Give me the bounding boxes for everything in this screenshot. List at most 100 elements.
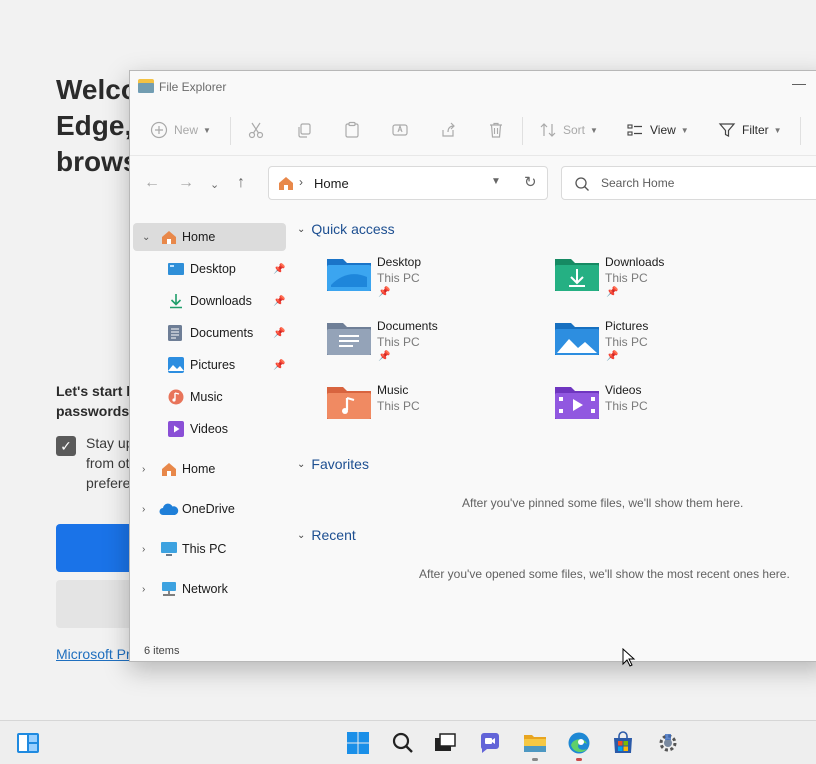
chevron-down-icon[interactable]: ▼ xyxy=(491,176,501,187)
settings-app-icon[interactable] xyxy=(656,731,680,755)
chevron-right-icon[interactable]: › xyxy=(142,544,145,555)
pictures-icon xyxy=(168,357,184,373)
command-bar: New ▼ Sort ▼ View ▼ Filter ▼ xyxy=(130,107,816,153)
item-name: Downloads xyxy=(605,255,665,269)
favorites-header[interactable]: ⌄ Favorites xyxy=(297,456,369,472)
quick-access-title: Quick access xyxy=(311,221,395,237)
sidebar-item-desktop[interactable]: Desktop 📌 xyxy=(133,255,286,283)
sidebar-item-pictures[interactable]: Pictures 📌 xyxy=(133,351,286,379)
delete-button[interactable] xyxy=(487,119,505,141)
sort-button[interactable]: Sort ▼ xyxy=(539,119,598,141)
new-label: New xyxy=(174,123,199,137)
trash-icon xyxy=(490,122,502,138)
chevron-right-icon[interactable]: › xyxy=(142,584,145,595)
toolbar-divider xyxy=(800,117,801,145)
recent-title: Recent xyxy=(311,527,356,543)
downloads-folder-icon xyxy=(555,259,599,291)
sidebar-item-videos[interactable]: Videos xyxy=(133,415,286,443)
documents-folder-icon xyxy=(327,323,371,355)
back-arrow-icon[interactable]: ← xyxy=(144,174,160,192)
widgets-icon[interactable] xyxy=(16,731,40,755)
task-view-icon[interactable] xyxy=(433,731,457,755)
cut-icon xyxy=(248,122,264,139)
sidebar-item-label: Home xyxy=(182,462,216,476)
quick-access-item-music[interactable]: Music This PC xyxy=(327,383,547,439)
pictures-folder-icon xyxy=(555,323,599,355)
sidebar-item-label: Desktop xyxy=(190,262,236,276)
edge-icon[interactable] xyxy=(567,731,591,761)
chevron-down-icon: ▼ xyxy=(773,125,782,135)
pin-icon[interactable]: 📌 xyxy=(273,296,285,307)
chevron-down-icon: ⌄ xyxy=(297,458,306,470)
documents-icon xyxy=(168,325,182,341)
chat-icon[interactable] xyxy=(478,731,502,755)
item-name: Videos xyxy=(605,383,642,397)
pin-icon[interactable]: 📌 xyxy=(606,351,618,362)
search-icon xyxy=(575,177,589,191)
network-icon xyxy=(162,582,176,596)
copy-button[interactable] xyxy=(295,119,313,141)
address-location: Home xyxy=(314,176,349,191)
recent-locations-icon[interactable]: ⌄ xyxy=(210,178,219,191)
paste-button[interactable] xyxy=(343,119,361,141)
quick-access-item-pictures[interactable]: Pictures This PC 📌 xyxy=(555,319,775,375)
chevron-right-icon[interactable]: › xyxy=(142,464,145,475)
sidebar-item-this-pc[interactable]: › This PC xyxy=(133,535,286,563)
title-bar[interactable]: File Explorer — xyxy=(130,71,816,103)
recent-header[interactable]: ⌄ Recent xyxy=(297,527,356,543)
edge-welcome-text: Let's start b passwords, xyxy=(56,383,135,419)
share-button[interactable] xyxy=(439,119,457,141)
view-button[interactable]: View ▼ xyxy=(626,119,689,141)
taskbar-search-icon[interactable] xyxy=(391,731,415,755)
search-input[interactable]: Search Home xyxy=(601,176,674,190)
sidebar-item-music[interactable]: Music xyxy=(133,383,286,411)
rename-button[interactable] xyxy=(391,119,409,141)
quick-access-item-videos[interactable]: Videos This PC xyxy=(555,383,775,439)
pin-icon[interactable]: 📌 xyxy=(606,287,618,298)
item-name: Documents xyxy=(377,319,438,333)
start-icon[interactable] xyxy=(346,731,370,755)
pin-icon[interactable]: 📌 xyxy=(273,328,285,339)
chevron-down-icon[interactable]: ⌄ xyxy=(142,232,150,243)
file-explorer-taskbar-icon[interactable] xyxy=(523,731,547,761)
onedrive-icon xyxy=(159,503,179,515)
sidebar-item-downloads[interactable]: Downloads 📌 xyxy=(133,287,286,315)
edge-privacy-link[interactable]: Microsoft Pr xyxy=(56,646,131,662)
minimize-button[interactable]: — xyxy=(792,75,806,91)
sort-label: Sort xyxy=(563,123,586,137)
view-icon xyxy=(627,124,642,136)
up-arrow-icon[interactable]: ↑ xyxy=(237,174,245,192)
pin-icon[interactable]: 📌 xyxy=(378,351,390,362)
sidebar-item-documents[interactable]: Documents 📌 xyxy=(133,319,286,347)
sidebar-item-home[interactable]: ⌄ Home xyxy=(133,223,286,251)
pin-icon[interactable]: 📌 xyxy=(273,264,285,275)
item-location: This PC xyxy=(377,271,420,285)
item-name: Desktop xyxy=(377,255,422,269)
pin-icon[interactable]: 📌 xyxy=(378,287,390,298)
window-title: File Explorer xyxy=(159,80,227,94)
quick-access-item-desktop[interactable]: Desktop This PC 📌 xyxy=(327,255,547,311)
file-explorer-icon xyxy=(138,79,154,93)
sidebar-item-network[interactable]: › Network xyxy=(133,575,286,603)
sidebar-item-label: Pictures xyxy=(190,358,236,372)
new-button[interactable]: New ▼ xyxy=(150,119,211,141)
quick-access-item-documents[interactable]: Documents This PC 📌 xyxy=(327,319,547,375)
pin-icon[interactable]: 📌 xyxy=(273,360,285,371)
quick-access-item-downloads[interactable]: Downloads This PC 📌 xyxy=(555,255,775,311)
refresh-icon[interactable]: ↻ xyxy=(524,173,537,191)
this-pc-icon xyxy=(161,542,177,556)
search-box[interactable]: Search Home xyxy=(561,166,816,200)
edge-sync-checkbox[interactable]: ✓ xyxy=(56,436,76,456)
address-bar[interactable]: › Home ▼ ↻ xyxy=(268,166,548,200)
chevron-right-icon[interactable]: › xyxy=(142,504,145,515)
sidebar-item-label: Videos xyxy=(190,422,228,436)
cut-button[interactable] xyxy=(247,119,265,141)
filter-button[interactable]: Filter ▼ xyxy=(718,119,782,141)
quick-access-header[interactable]: ⌄ Quick access xyxy=(297,221,395,237)
sidebar-item-home-root[interactable]: › Home xyxy=(133,455,286,483)
favorites-title: Favorites xyxy=(311,456,369,472)
sidebar-item-onedrive[interactable]: › OneDrive xyxy=(133,495,286,523)
item-name: Pictures xyxy=(605,319,649,333)
store-icon[interactable] xyxy=(611,731,635,755)
forward-arrow-icon[interactable]: → xyxy=(178,174,194,192)
